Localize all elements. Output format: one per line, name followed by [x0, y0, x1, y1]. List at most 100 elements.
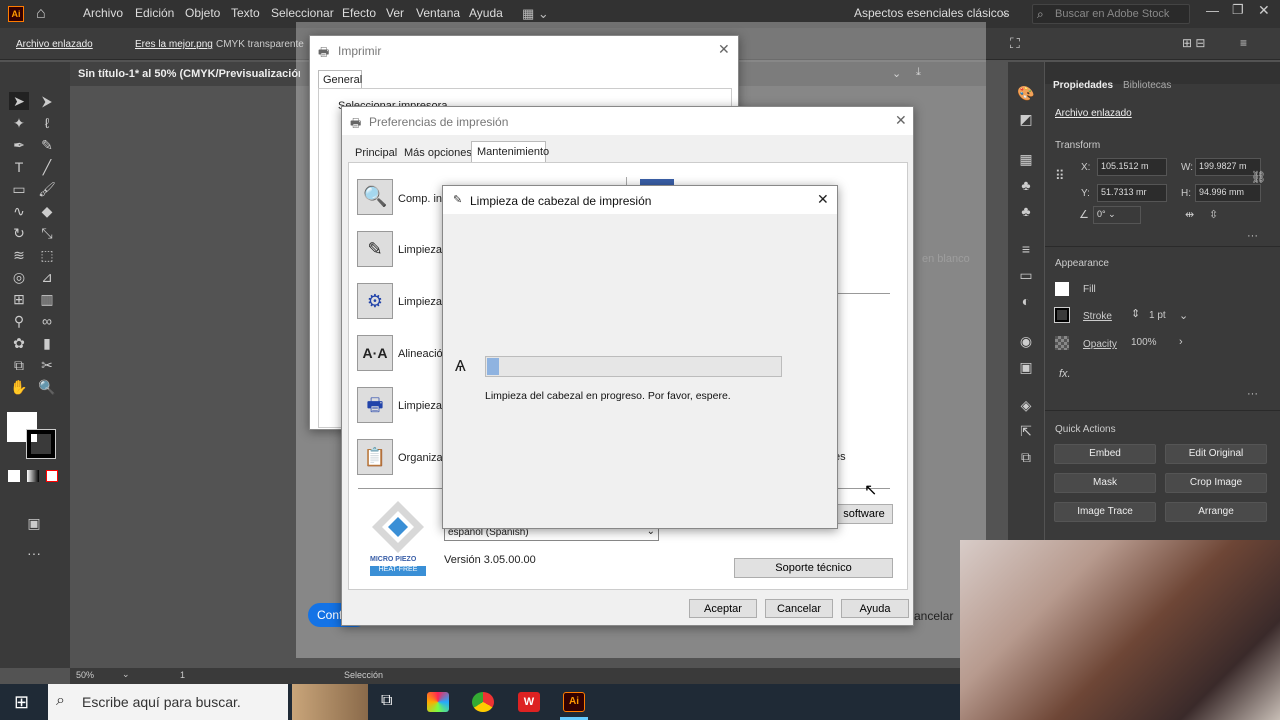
- nozzle-check-label[interactable]: Comp. iny: [398, 193, 448, 205]
- opacity-label[interactable]: Opacity: [1083, 339, 1117, 350]
- appearance-icon[interactable]: ◉: [1016, 332, 1036, 350]
- transform-icon[interactable]: ⛶: [1010, 35, 1020, 52]
- eyedropper-icon[interactable]: ⚲: [9, 312, 29, 330]
- artboard-tool-icon[interactable]: ⧉: [9, 356, 29, 374]
- curvature-tool-icon[interactable]: ✎: [37, 136, 57, 154]
- chevron-down-icon[interactable]: ⌄: [122, 669, 130, 680]
- menu-ayuda[interactable]: Ayuda: [469, 6, 503, 20]
- menu-objeto[interactable]: Objeto: [185, 6, 220, 20]
- stroke-weight[interactable]: 1 pt: [1149, 310, 1166, 321]
- paper-guide-cleaning-icon[interactable]: 🖶: [357, 387, 393, 423]
- copilot-icon[interactable]: [427, 692, 449, 712]
- rectangle-tool-icon[interactable]: ▭: [9, 180, 29, 198]
- power-cleaning-icon[interactable]: ⚙: [357, 283, 393, 319]
- menu-edicion[interactable]: Edición: [135, 6, 174, 20]
- magic-wand-icon[interactable]: ✦: [9, 114, 29, 132]
- free-transform-icon[interactable]: ⬚: [37, 246, 57, 264]
- chevron-right-icon[interactable]: ›: [1179, 336, 1183, 348]
- nozzle-check-icon[interactable]: 🔍: [357, 179, 393, 215]
- more-options-icon[interactable]: ···: [1247, 388, 1258, 400]
- constrain-proportions-icon[interactable]: ⛓: [1251, 170, 1266, 184]
- software-button[interactable]: software: [835, 504, 893, 524]
- fx-icon[interactable]: fx.: [1059, 368, 1071, 380]
- task-view-icon[interactable]: ⧉: [381, 692, 392, 710]
- type-tool-icon[interactable]: T: [9, 158, 29, 176]
- mask-button[interactable]: Mask: [1054, 473, 1156, 493]
- gradient-tool-icon[interactable]: ▥: [37, 290, 57, 308]
- close-icon[interactable]: ✕: [817, 191, 829, 208]
- close-icon[interactable]: ✕: [718, 41, 730, 58]
- selection-tool-icon[interactable]: ➤: [9, 92, 29, 110]
- accept-button[interactable]: Aceptar: [689, 599, 757, 618]
- graphic-styles-icon[interactable]: ▣: [1016, 358, 1036, 376]
- tab-libraries[interactable]: Bibliotecas: [1123, 80, 1171, 91]
- paintbrush-icon[interactable]: 🖌: [37, 180, 57, 198]
- menu-ver[interactable]: Ver: [386, 6, 404, 20]
- lasso-icon[interactable]: ℓ: [37, 114, 57, 132]
- stroke-color-swatch[interactable]: [1054, 307, 1070, 323]
- menu-texto[interactable]: Texto: [231, 6, 260, 20]
- tab-principal[interactable]: Principal: [355, 147, 397, 159]
- brushes-icon[interactable]: ♣: [1016, 176, 1036, 194]
- maximize-icon[interactable]: ❐: [1232, 2, 1244, 18]
- stroke-swatch[interactable]: [26, 429, 56, 459]
- tab-mas-opciones[interactable]: Más opciones: [404, 147, 472, 159]
- tab-general[interactable]: General: [318, 70, 362, 88]
- arrange-button[interactable]: Arrange: [1165, 502, 1267, 522]
- graph-tool-icon[interactable]: ▮: [37, 334, 57, 352]
- alignment-icon[interactable]: A·A: [357, 335, 393, 371]
- windows-start-icon[interactable]: ⊞: [14, 692, 29, 713]
- stock-search[interactable]: ⌕ Buscar en Adobe Stock: [1032, 4, 1190, 24]
- linked-file-label[interactable]: Archivo enlazado: [16, 39, 93, 50]
- tech-support-button[interactable]: Soporte técnico: [734, 558, 893, 578]
- job-arranger-icon[interactable]: 📋: [357, 439, 393, 475]
- menu-icon[interactable]: ≡: [1240, 36, 1247, 50]
- none-mode-icon[interactable]: [46, 470, 58, 482]
- direct-selection-tool-icon[interactable]: ⮞: [37, 92, 57, 110]
- perspective-grid-icon[interactable]: ⊿: [37, 268, 57, 286]
- pen-tool-icon[interactable]: ✒: [9, 136, 29, 154]
- embed-button[interactable]: Embed: [1054, 444, 1156, 464]
- menu-archivo[interactable]: Archivo: [83, 6, 123, 20]
- menu-efecto[interactable]: Efecto: [342, 6, 376, 20]
- shape-builder-icon[interactable]: ◎: [9, 268, 29, 286]
- color-mode-icon[interactable]: [8, 470, 20, 482]
- slice-tool-icon[interactable]: ✂: [37, 356, 57, 374]
- cancel-button[interactable]: Cancelar: [765, 599, 833, 618]
- cancel-partial[interactable]: ancelar: [914, 609, 953, 623]
- home-icon[interactable]: ⌂: [36, 5, 54, 23]
- chrome-icon[interactable]: [472, 692, 494, 712]
- rotate-tool-icon[interactable]: ↻: [9, 224, 29, 242]
- blend-tool-icon[interactable]: ∞: [37, 312, 57, 330]
- hand-tool-icon[interactable]: ✋: [9, 378, 29, 396]
- minimize-icon[interactable]: —: [1206, 3, 1219, 18]
- stroke-stepper-icon[interactable]: ⇕: [1131, 307, 1140, 320]
- stroke-label[interactable]: Stroke: [1083, 311, 1112, 322]
- scale-tool-icon[interactable]: ⤡: [37, 224, 57, 242]
- workspace-switcher[interactable]: Aspectos esenciales clásicos: [854, 6, 1009, 20]
- width-tool-icon[interactable]: ≋: [9, 246, 29, 264]
- document-tab[interactable]: Sin título-1* al 50% (CMYK/Previsualizac…: [78, 68, 300, 80]
- color-guide-icon[interactable]: ◩: [1016, 110, 1036, 128]
- mesh-tool-icon[interactable]: ⊞: [9, 290, 29, 308]
- help-button[interactable]: Ayuda: [841, 599, 909, 618]
- flip-vertical-icon[interactable]: ⇳: [1209, 208, 1218, 221]
- stroke-panel-icon[interactable]: ≡: [1016, 240, 1036, 258]
- more-tools-icon[interactable]: ···: [24, 544, 44, 562]
- h-field[interactable]: 94.996 mm: [1195, 184, 1261, 202]
- image-trace-button[interactable]: Image Trace: [1054, 502, 1156, 522]
- tab-mantenimiento[interactable]: Mantenimiento: [471, 141, 549, 163]
- zoom-tool-icon[interactable]: 🔍: [37, 378, 57, 396]
- artboards-icon[interactable]: ⧉: [1016, 448, 1036, 466]
- symbols-icon[interactable]: ♣: [1016, 202, 1036, 220]
- gradient-mode-icon[interactable]: [27, 470, 39, 482]
- color-panel-icon[interactable]: 🎨: [1016, 84, 1036, 102]
- gradient-panel-icon[interactable]: ▭: [1016, 266, 1036, 284]
- screen-mode-icon[interactable]: ▣: [24, 514, 44, 532]
- transparency-icon[interactable]: ◐: [1016, 292, 1036, 310]
- symbol-sprayer-icon[interactable]: ✿: [9, 334, 29, 352]
- tab-properties[interactable]: Propiedades: [1053, 80, 1113, 91]
- fill-color-swatch[interactable]: [1055, 282, 1069, 296]
- layers-icon[interactable]: ◈: [1016, 396, 1036, 414]
- more-options-icon[interactable]: ···: [1247, 230, 1258, 242]
